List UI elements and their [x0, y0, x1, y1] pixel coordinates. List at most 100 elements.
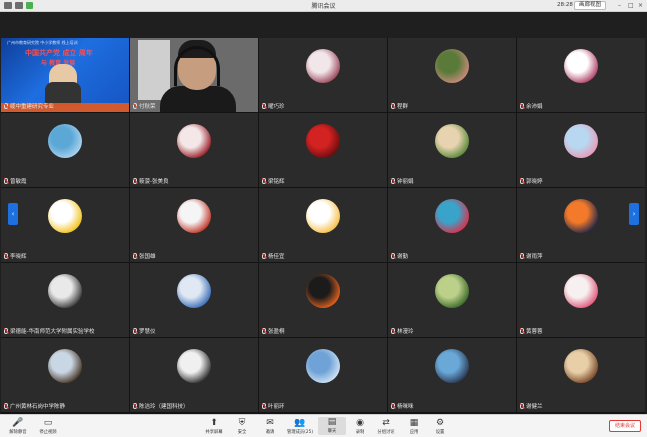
- meeting-toolbar: 结束会议 🎤 解除静音 ▭ 停止视频 ⬆ 共享屏幕 ⛨ 安全 ✉ 邀请 👥 管理成员(25…: [0, 414, 647, 437]
- headset-icon: [174, 46, 220, 86]
- participant-name-text: 谢勤: [397, 254, 409, 260]
- avatar: [564, 124, 598, 158]
- view-switch-button[interactable]: 画廊视图: [574, 1, 607, 10]
- mic-muted-icon: [520, 253, 524, 259]
- mic-muted-icon: [133, 403, 137, 409]
- avatar: [435, 199, 469, 233]
- mic-muted-icon: [520, 178, 524, 184]
- toolbar-label: 共享屏幕: [205, 430, 223, 435]
- toolbar-share-screen-button[interactable]: ⬆ 共享屏幕: [200, 418, 228, 435]
- avatar: [177, 274, 211, 308]
- mic-muted-icon: [262, 178, 266, 184]
- participant-tile[interactable]: 广州市教育研究院 中小学教师 线上培训 中国共产党 成立 周年 与 教育 发展 …: [1, 38, 129, 112]
- participant-tile[interactable]: 杨咪咪: [388, 338, 516, 412]
- participant-name-text: 杨佳宜: [268, 254, 285, 260]
- mic-muted-icon: [391, 103, 395, 109]
- next-page-button[interactable]: ›: [629, 203, 639, 225]
- mic-muted-icon: [520, 403, 524, 409]
- toolbar-invite-button[interactable]: ✉ 邀请: [256, 418, 284, 435]
- participant-tile[interactable]: 杨佳宜: [259, 188, 387, 262]
- participant-tile[interactable]: 张国雄: [130, 188, 258, 262]
- toolbar-label: 设置: [435, 430, 445, 435]
- participant-name-text: 广州黄林石岗中学陈静: [10, 404, 66, 410]
- toolbar-label: 应用: [409, 430, 419, 435]
- avatar: [435, 349, 469, 383]
- toolbar-mic-muted-button[interactable]: 🎤 解除静音: [4, 418, 32, 435]
- toolbar-label: 管理成员(25): [286, 430, 313, 435]
- avatar: [48, 199, 82, 233]
- participant-name-text: 张盈桐: [268, 329, 285, 335]
- apps-icon: ▦: [409, 418, 419, 428]
- participant-name-text: 曾敏霞: [10, 179, 27, 185]
- avatar: [564, 349, 598, 383]
- participant-name: 缆中重建研究专业: [4, 102, 54, 110]
- participant-tile[interactable]: 黄蓉蓉: [517, 263, 645, 337]
- participant-name-text: 林漫玲: [397, 329, 414, 335]
- participant-name: 曜巧珍: [262, 102, 285, 110]
- toolbar-gear-button[interactable]: ⚙ 设置: [426, 418, 454, 435]
- participant-name: 梁铭辉: [262, 177, 285, 185]
- maximize-icon[interactable]: □: [628, 2, 634, 9]
- participant-tile[interactable]: 叶丽环: [259, 338, 387, 412]
- avatar: [306, 274, 340, 308]
- participant-name: 郭晓婷: [520, 177, 543, 185]
- participant-name: 黄蓉蓉: [520, 327, 543, 335]
- minimize-icon[interactable]: –: [618, 2, 621, 9]
- toolbar-members-button[interactable]: 👥 管理成员(25): [286, 418, 314, 435]
- toolbar-shield-button[interactable]: ⛨ 安全: [228, 418, 256, 435]
- toolbar-breakout-button[interactable]: ⇄ 分组讨论: [372, 418, 400, 435]
- toolbar-apps-button[interactable]: ▦ 应用: [400, 418, 428, 435]
- participant-tile[interactable]: 谢健兰: [517, 338, 645, 412]
- toolbar-label: 聊天: [327, 429, 337, 434]
- toolbar-record-button[interactable]: ◉ 录制: [346, 418, 374, 435]
- participant-tile[interactable]: 张盈桐: [259, 263, 387, 337]
- participant-tile[interactable]: 付秋荣: [130, 38, 258, 112]
- participant-tile[interactable]: 谢勤: [388, 188, 516, 262]
- participant-tile[interactable]: 钟丽娟: [388, 113, 516, 187]
- participant-tile[interactable]: 筱菠-张美良: [130, 113, 258, 187]
- participant-tile[interactable]: 林漫玲: [388, 263, 516, 337]
- mic-muted-icon: [4, 328, 8, 334]
- participant-tile[interactable]: 余沛娟: [517, 38, 645, 112]
- title-bar: 腾讯会议 28:28 画廊视图 – □ ×: [0, 0, 647, 12]
- participant-tile[interactable]: 郭晓婷: [517, 113, 645, 187]
- mic-muted-icon: [520, 103, 524, 109]
- toolbar-chat-button[interactable]: ▤ 聊天: [318, 417, 346, 435]
- video-gallery: 广州市教育研究院 中小学教师 线上培训 中国共产党 成立 周年 与 教育 发展 …: [1, 38, 645, 414]
- participant-name: 谢健兰: [520, 402, 543, 410]
- participant-tile[interactable]: 程群: [388, 38, 516, 112]
- participant-name: 张国雄: [133, 252, 156, 260]
- participant-tile[interactable]: 陈洁玲（建国科技）: [130, 338, 258, 412]
- mic-muted-icon: [262, 403, 266, 409]
- participant-name: 罗慧仪: [133, 327, 156, 335]
- participant-tile[interactable]: 曜巧珍: [259, 38, 387, 112]
- participant-tile[interactable]: 罗慧仪: [130, 263, 258, 337]
- participant-tile[interactable]: 曾敏霞: [1, 113, 129, 187]
- participant-tile[interactable]: 梁铭辉: [259, 113, 387, 187]
- presenter-video: [45, 64, 81, 106]
- mic-muted-icon: [4, 103, 8, 109]
- participant-name-text: 张国雄: [139, 254, 156, 260]
- participant-tile[interactable]: 谢雨萍: [517, 188, 645, 262]
- meeting-timer: 28:28: [557, 2, 573, 8]
- participant-name-text: 黄蓉蓉: [526, 329, 543, 335]
- end-meeting-button[interactable]: 结束会议: [609, 420, 641, 432]
- avatar: [564, 199, 598, 233]
- participant-tile[interactable]: 梁德能-华南师范大学附属实验学校: [1, 263, 129, 337]
- avatar: [435, 274, 469, 308]
- participant-name: 程群: [391, 102, 408, 110]
- participant-name: 谢勤: [391, 252, 408, 260]
- toolbar-label: 解除静音: [9, 430, 27, 435]
- toolbar-video-button[interactable]: ▭ 停止视频: [34, 418, 62, 435]
- chat-icon: ▤: [327, 417, 337, 427]
- participant-tile[interactable]: 广州黄林石岗中学陈静: [1, 338, 129, 412]
- participant-name: 筱菠-张美良: [133, 177, 169, 185]
- close-icon[interactable]: ×: [638, 2, 643, 9]
- participant-name-text: 谢雨萍: [526, 254, 543, 260]
- prev-page-button[interactable]: ‹: [8, 203, 18, 225]
- mic-muted-icon: [391, 328, 395, 334]
- participant-tile[interactable]: 李晓辉: [1, 188, 129, 262]
- toolbar-label: 停止视频: [39, 430, 57, 435]
- mic-muted-icon: 🎤: [12, 418, 24, 428]
- participant-name: 张盈桐: [262, 327, 285, 335]
